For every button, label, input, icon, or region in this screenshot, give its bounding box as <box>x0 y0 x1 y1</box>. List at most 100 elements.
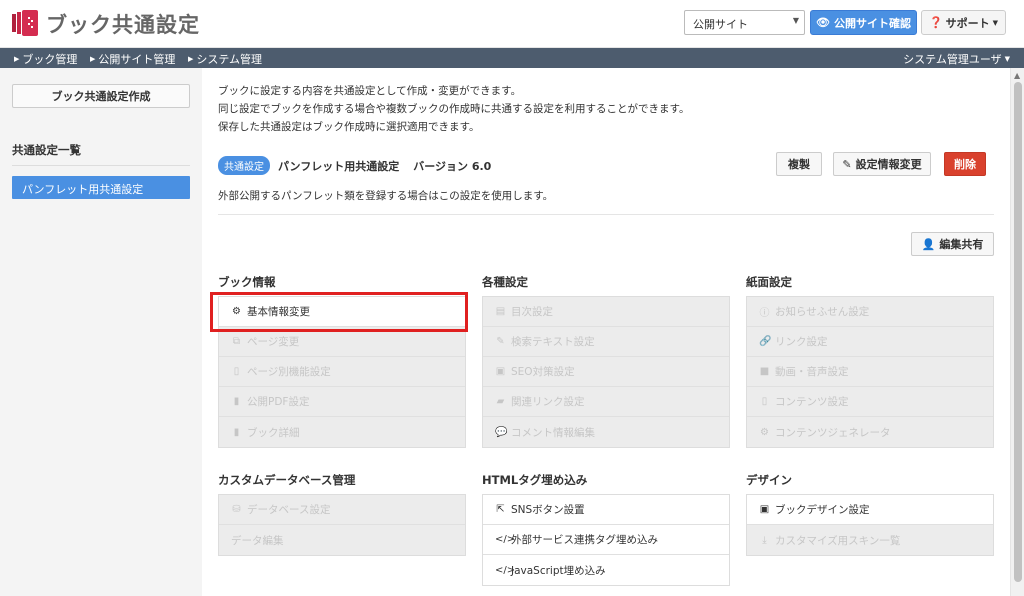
menu-box-html-tag: ⇱ SNSボタン設置 </> 外部サービス連携タグ埋め込み </> JavaScrip… <box>482 494 730 586</box>
menu-label: データベース設定 <box>247 504 331 516</box>
menu-label: カスタマイズ用スキン一覧 <box>775 534 901 547</box>
menu-label: データ編集 <box>231 534 284 547</box>
trash-icon: ▯ <box>761 396 768 407</box>
info-icon: ⓘ <box>759 308 770 319</box>
menu-label: コメント情報編集 <box>511 426 595 439</box>
site-select-value: 公開サイト <box>693 18 748 31</box>
menu-item-search-text: ✎ 検索テキスト設定 <box>483 327 729 357</box>
menu-label: リンク設定 <box>775 336 828 348</box>
setting-description: 外部公開するパンフレット類を登録する場合はこの設定を使用します。 <box>218 190 554 202</box>
menu-label: 動画・音声設定 <box>775 366 849 378</box>
site-select[interactable]: 公開サイト ▼ <box>684 10 805 35</box>
download-icon: ⤓ <box>762 534 767 546</box>
nav-bar: ▶ ブック管理 ▶ 公開サイト管理 ▶ システム管理 システム管理ユーザ ▼ <box>0 48 1024 68</box>
edit-info-button[interactable]: ✎ 設定情報変更 <box>833 152 931 176</box>
caret-right-icon: ▶ <box>188 55 194 63</box>
cogs-icon: ⚙ <box>760 426 769 438</box>
caret-down-icon: ▼ <box>992 18 999 27</box>
menu-item-seo: ▣ SEO対策設定 <box>483 357 729 387</box>
nav-item-book-management[interactable]: ▶ ブック管理 <box>14 51 77 67</box>
group-title-design: デザイン <box>746 473 792 487</box>
menu-label: 外部サービス連携タグ埋め込み <box>511 534 658 546</box>
edit-share-label: 編集共有 <box>939 238 984 251</box>
site-preview-button[interactable]: 👁 公開サイト確認 <box>810 10 917 35</box>
user-menu[interactable]: システム管理ユーザ ▼ <box>903 51 1010 67</box>
menu-label: お知らせふせん設定 <box>775 306 870 318</box>
menu-item-javascript[interactable]: </> JavaScript埋め込み <box>483 555 729 585</box>
group-title-various: 各種設定 <box>482 275 528 289</box>
support-label: サポート <box>945 16 990 30</box>
file-icon: ▯ <box>233 366 240 377</box>
eye-icon: 👁 <box>816 16 830 29</box>
menu-label: コンテンツ設定 <box>775 396 849 408</box>
sidebar-item-pamphlet[interactable]: パンフレット用共通設定 <box>12 176 190 199</box>
scrollbar[interactable]: ▲ <box>1010 68 1024 596</box>
menu-item-book-design[interactable]: ▣ ブックデザイン設定 <box>747 495 993 525</box>
copy-button[interactable]: 複製 <box>776 152 822 176</box>
nav-item-site-management[interactable]: ▶ 公開サイト管理 <box>90 51 175 67</box>
group-title-page: 紙面設定 <box>746 275 792 289</box>
menu-item-page-function: ▯ ページ別機能設定 <box>219 357 465 387</box>
menu-label: ブックデザイン設定 <box>775 504 870 516</box>
menu-item-book-detail: ▮ ブック詳細 <box>219 417 465 447</box>
main-divider <box>218 214 994 215</box>
menu-box-page: ⓘ お知らせふせん設定 🔗 リンク設定 ■ 動画・音声設定 ▯ コンテンツ設定 ⚙ コンテ… <box>746 296 994 448</box>
delete-button[interactable]: 削除 <box>944 152 986 176</box>
menu-label: 検索テキスト設定 <box>511 336 595 348</box>
share-icon: ⇱ <box>496 504 505 515</box>
scroll-up-icon[interactable]: ▲ <box>1014 71 1020 80</box>
copy-label: 複製 <box>788 158 810 171</box>
setting-header: 共通設定 パンフレット用共通設定 バージョン 6.0 <box>218 156 491 175</box>
scroll-thumb[interactable] <box>1014 82 1022 582</box>
image-icon: ▣ <box>495 366 506 377</box>
menu-label: 関連リンク設定 <box>511 396 585 408</box>
intro-line: ブックに設定する内容を共通設定として作成・変更ができます。 <box>218 85 522 97</box>
menu-label: 公開PDF設定 <box>247 396 310 408</box>
menu-label: SEO対策設定 <box>511 366 575 378</box>
menu-item-link: 🔗 リンク設定 <box>747 327 993 357</box>
main-panel: ブックに設定する内容を共通設定として作成・変更ができます。 同じ設定でブックを作… <box>202 68 1010 596</box>
menu-label: ページ別機能設定 <box>247 366 331 378</box>
menu-label: 目次設定 <box>511 306 553 318</box>
sidebar: ブック共通設定作成 共通設定一覧 パンフレット用共通設定 <box>0 68 202 596</box>
status-badge: 共通設定 <box>218 156 270 175</box>
copy-icon: ⧉ <box>232 336 241 347</box>
menu-item-skin-list: ⤓ カスタマイズ用スキン一覧 <box>747 525 993 555</box>
menu-item-sns-button[interactable]: ⇱ SNSボタン設置 <box>483 495 729 525</box>
video-icon: ■ <box>759 366 770 377</box>
question-icon: ❓ <box>928 16 943 29</box>
menu-item-related-link: ▰ 関連リンク設定 <box>483 387 729 417</box>
comment-icon: 💬 <box>495 426 508 438</box>
menu-label: ブック詳細 <box>247 426 300 439</box>
edit-share-button[interactable]: 👤 編集共有 <box>911 232 994 256</box>
menu-item-notice-sticky: ⓘ お知らせふせん設定 <box>747 297 993 327</box>
edit-icon: ✎ <box>842 157 852 171</box>
menu-item-db-settings: ⛁ データベース設定 <box>219 495 465 525</box>
menu-label: コンテンツジェネレータ <box>775 426 891 439</box>
select-caret-icon: ▼ <box>792 16 799 25</box>
book-icon: ▮ <box>233 426 240 438</box>
menu-box-custom-db: ⛁ データベース設定 データ編集 <box>218 494 466 556</box>
sidebar-divider <box>12 165 190 166</box>
nav-label: 公開サイト管理 <box>98 53 176 66</box>
menu-item-data-edit: データ編集 <box>219 525 465 555</box>
code-icon: </> <box>495 564 516 576</box>
nav-item-system-management[interactable]: ▶ システム管理 <box>188 51 262 67</box>
edit-icon: ✎ <box>496 336 505 347</box>
logo-icon <box>12 10 38 36</box>
create-common-setting-button[interactable]: ブック共通設定作成 <box>12 84 190 108</box>
menu-label: ページ変更 <box>247 336 300 348</box>
code-icon: </> <box>495 534 516 545</box>
site-preview-label: 公開サイト確認 <box>833 16 911 30</box>
menu-item-external-tag[interactable]: </> 外部サービス連携タグ埋め込み <box>483 525 729 555</box>
bookmark-icon: ▰ <box>496 396 505 407</box>
app-title: ブック共通設定 <box>46 13 200 37</box>
menu-item-contents: ▯ コンテンツ設定 <box>747 387 993 417</box>
support-button[interactable]: ❓ サポート ▼ <box>921 10 1006 35</box>
sitemap-icon: ⛁ <box>232 504 241 515</box>
file-pdf-icon: ▮ <box>233 396 240 407</box>
intro-line: 同じ設定でブックを作成する場合や複数ブックの作成時に共通する設定を利用することが… <box>218 103 690 115</box>
intro-text: ブックに設定する内容を共通設定として作成・変更ができます。 同じ設定でブックを作… <box>218 82 689 136</box>
delete-label: 削除 <box>954 158 976 171</box>
caret-right-icon: ▶ <box>90 55 96 63</box>
